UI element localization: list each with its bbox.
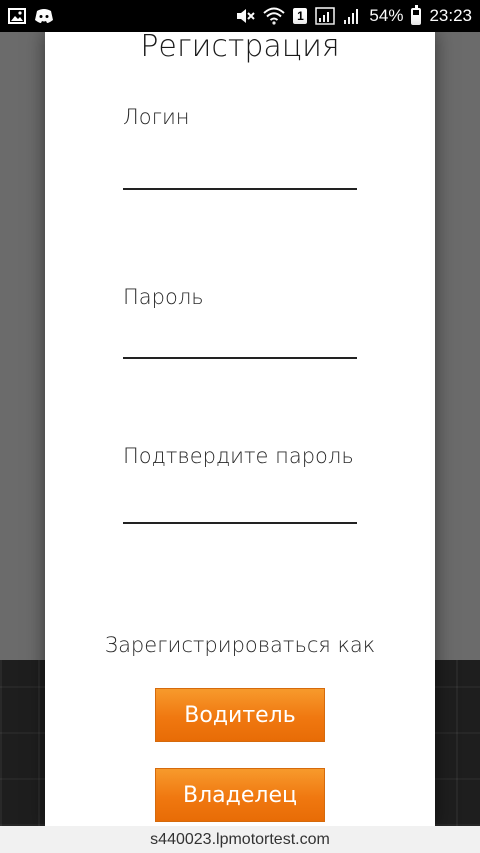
confirm-password-input[interactable] bbox=[123, 494, 357, 524]
battery-icon bbox=[411, 4, 422, 25]
status-bar-right: 1 54% 23:23 bbox=[235, 4, 472, 26]
image-icon bbox=[8, 8, 26, 24]
discord-icon bbox=[34, 8, 54, 24]
confirm-password-label: Подтвердите пароль bbox=[123, 444, 354, 468]
battery-percent: 54% bbox=[369, 6, 404, 25]
sim-badge: 1 bbox=[293, 8, 308, 24]
register-as-label: Зарегистрироваться как bbox=[104, 633, 376, 657]
status-bar: 1 54% 23:23 bbox=[0, 0, 480, 32]
modal-title: Регистрация bbox=[140, 29, 340, 64]
browser-url-bar[interactable]: s440023.lpmotortest.com bbox=[0, 826, 480, 853]
password-label: Пароль bbox=[123, 285, 204, 309]
signal-icon bbox=[315, 7, 336, 25]
status-bar-left bbox=[8, 8, 54, 24]
login-label: Логин bbox=[123, 105, 190, 129]
signal-icon bbox=[343, 7, 361, 25]
battery-fill bbox=[413, 15, 420, 23]
status-time: 23:23 bbox=[429, 6, 472, 25]
owner-button[interactable]: Владелец bbox=[155, 768, 325, 822]
password-input[interactable] bbox=[123, 329, 357, 359]
wifi-icon bbox=[263, 7, 286, 25]
registration-modal: Регистрация Логин Пароль Подтвердите пар… bbox=[45, 32, 435, 826]
url-text: s440023.lpmotortest.com bbox=[150, 830, 330, 848]
driver-button[interactable]: Водитель bbox=[155, 688, 325, 742]
mute-icon bbox=[235, 7, 256, 25]
login-input[interactable] bbox=[123, 160, 357, 190]
